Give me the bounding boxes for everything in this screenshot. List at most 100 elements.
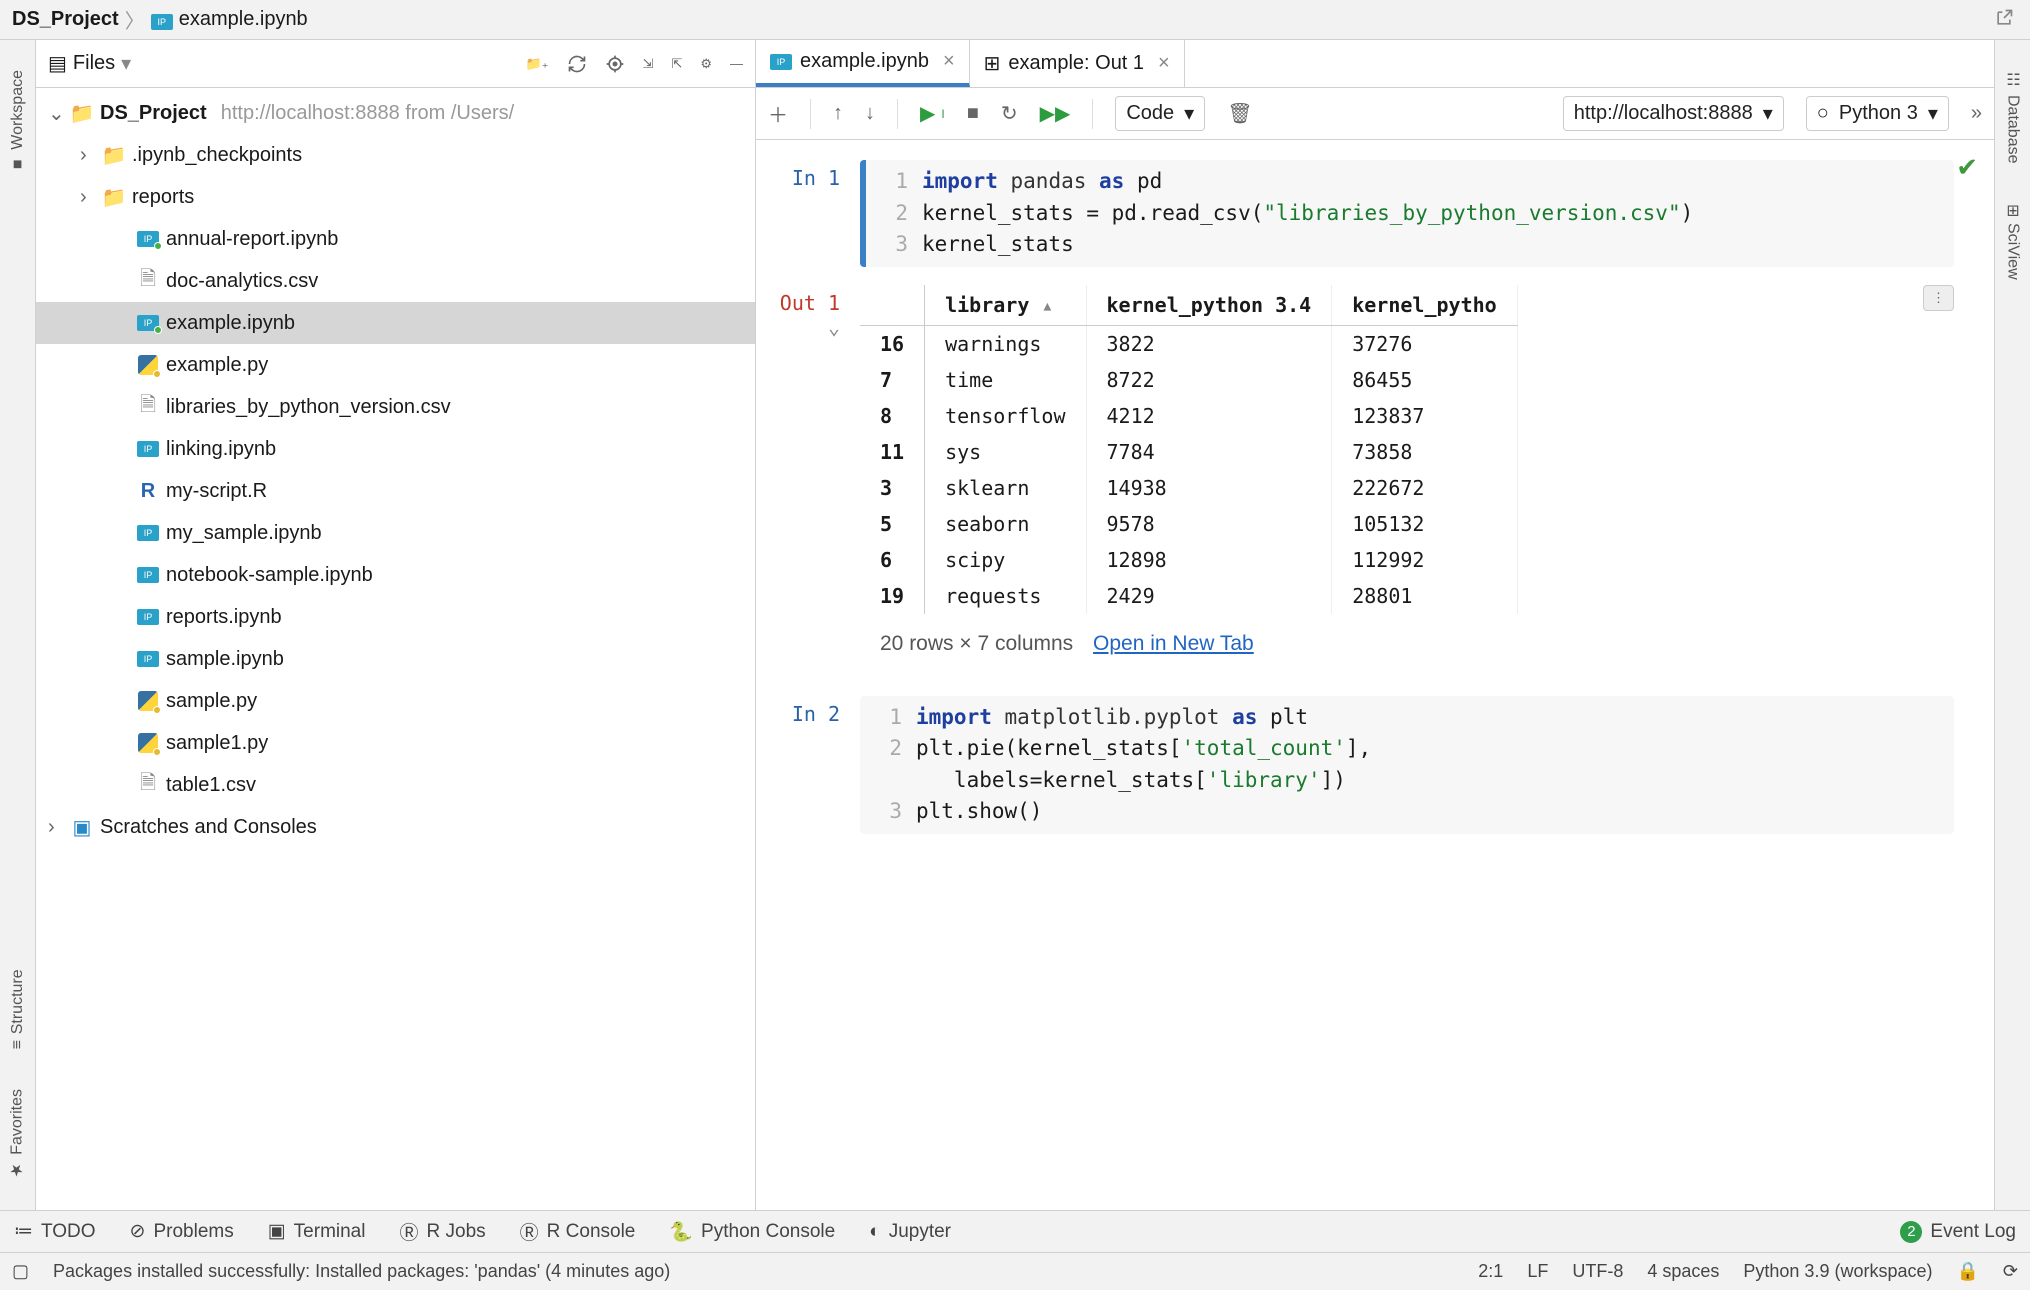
sciview-tool[interactable]: ⊞ SciView (2003, 204, 2022, 280)
tree-file[interactable]: IPexample.ipynb (36, 302, 755, 344)
table-header[interactable]: kernel_pytho (1332, 285, 1518, 326)
status-message: Packages installed successfully: Install… (53, 1261, 670, 1282)
stop-button[interactable]: ■ (967, 102, 979, 125)
tree-file[interactable]: 🗎libraries_by_python_version.csv (36, 386, 755, 428)
gear-icon[interactable]: ⚙ (700, 56, 712, 72)
chevron-down-icon[interactable]: ▾ (121, 51, 131, 76)
restart-button[interactable]: ↻ (1001, 101, 1018, 126)
code-line[interactable]: 2kernel_stats = pd.read_csv("libraries_b… (880, 198, 1940, 230)
table-header[interactable]: library ▴ (925, 285, 1086, 326)
favorites-tool[interactable]: ★ Favorites (8, 1089, 27, 1180)
notebook-body[interactable]: ✔ In 1 1import pandas as pd2kernel_stats… (756, 140, 1994, 1210)
close-icon[interactable]: × (943, 50, 955, 73)
expand-icon[interactable]: ⇲ (643, 56, 654, 72)
line-ending[interactable]: LF (1527, 1261, 1548, 1282)
tree-file[interactable]: 🗎doc-analytics.csv (36, 260, 755, 302)
new-folder-icon[interactable]: 📁₊ (525, 56, 548, 72)
code-line[interactable]: 1import pandas as pd (880, 166, 1940, 198)
lock-icon[interactable]: 🔒 (1956, 1261, 1978, 1282)
tree-file[interactable]: IPnotebook-sample.ipynb (36, 554, 755, 596)
server-dropdown[interactable]: http://localhost:8888 ▾ (1563, 96, 1784, 131)
crumb-project[interactable]: DS_Project (12, 8, 119, 31)
root-path-label: http://localhost:8888 from /Users/ (221, 102, 514, 125)
tree-folder[interactable]: ›📁.ipynb_checkpoints (36, 134, 755, 176)
tree-file[interactable]: IPlinking.ipynb (36, 428, 755, 470)
delete-cell-button[interactable]: 🗑 (1227, 101, 1252, 126)
table-row[interactable]: 7time872286455 (860, 362, 1517, 398)
tree-file[interactable]: Rmy-script.R (36, 470, 755, 512)
table-row[interactable]: 6scipy12898112992 (860, 542, 1517, 578)
todo-tool[interactable]: ≔ TODO (14, 1220, 96, 1243)
tree-file[interactable]: sample1.py (36, 722, 755, 764)
open-new-tab-link[interactable]: Open in New Tab (1093, 632, 1254, 655)
table-header[interactable]: kernel_python 3.4 (1086, 285, 1332, 326)
table-row[interactable]: 5seaborn9578105132 (860, 506, 1517, 542)
tree-file[interactable]: example.py (36, 344, 755, 386)
interpreter[interactable]: Python 3.9 (workspace) (1743, 1261, 1932, 1282)
table-row[interactable]: 3sklearn14938222672 (860, 470, 1517, 506)
file-tree[interactable]: ⌄📁DS_Projecthttp://localhost:8888 from /… (36, 88, 755, 1210)
database-tool[interactable]: ☷ Database (2003, 70, 2022, 164)
cell-in-2[interactable]: In 2 1import matplotlib.pyplot as plt2pl… (756, 696, 1954, 834)
tree-file[interactable]: sample.py (36, 680, 755, 722)
table-row[interactable]: 8tensorflow4212123837 (860, 398, 1517, 434)
editor-tab[interactable]: IPexample.ipynb× (756, 40, 970, 87)
tree-file[interactable]: IPmy_sample.ipynb (36, 512, 755, 554)
close-icon[interactable]: × (1158, 52, 1170, 75)
cursor-position[interactable]: 2:1 (1478, 1261, 1503, 1282)
r-console-tool[interactable]: Ⓡ R Console (520, 1218, 636, 1245)
run-cell-button[interactable]: ▶I (920, 101, 945, 126)
crumb-file[interactable]: example.ipynb (179, 8, 308, 31)
editor-tab[interactable]: ⊞example: Out 1× (970, 40, 1185, 87)
jupyter-tool[interactable]: ◐ Jupyter (869, 1221, 951, 1243)
problems-tool[interactable]: ⊘ Problems (130, 1220, 234, 1243)
external-link-icon[interactable] (1994, 8, 2014, 28)
chevron-right-icon: 〉 (125, 5, 145, 34)
code-line[interactable]: 1import matplotlib.pyplot as plt (874, 702, 1940, 734)
event-log-tool[interactable]: 2 Event Log (1900, 1221, 2016, 1243)
sidebar-toolbar: ▤ Files ▾ 📁₊ ⇲ ⇱ ⚙ — (36, 40, 755, 88)
r-jobs-tool[interactable]: Ⓡ R Jobs (399, 1218, 485, 1245)
tree-file[interactable]: IPreports.ipynb (36, 596, 755, 638)
terminal-tool[interactable]: ▣ Terminal (268, 1220, 366, 1243)
run-all-button[interactable]: ▶▶ (1040, 101, 1071, 126)
kernel-dropdown[interactable]: ○ Python 3 ▾ (1806, 96, 1949, 131)
tree-scratches[interactable]: ›▣Scratches and Consoles (36, 806, 755, 848)
table-icon: ⊞ (984, 51, 1001, 76)
code-line[interactable]: 3plt.show() (874, 796, 1940, 828)
chevron-down-icon[interactable]: ⌄ (828, 315, 840, 339)
table-row[interactable]: 16warnings382237276 (860, 325, 1517, 362)
table-row[interactable]: 11sys778473858 (860, 434, 1517, 470)
indent[interactable]: 4 spaces (1647, 1261, 1719, 1282)
collapse-icon[interactable]: ⇱ (671, 56, 682, 72)
code-line[interactable]: 3kernel_stats (880, 229, 1940, 261)
sync-icon[interactable]: ⟳ (2003, 1261, 2018, 1282)
code-line[interactable]: 2plt.pie(kernel_stats['total_count'], la… (874, 733, 1940, 796)
output-table[interactable]: library ▴kernel_python 3.4kernel_pytho16… (860, 285, 1518, 614)
tree-file[interactable]: IPsample.ipynb (36, 638, 755, 680)
encoding[interactable]: UTF-8 (1572, 1261, 1623, 1282)
add-cell-button[interactable]: ＋ (768, 99, 788, 128)
move-down-button[interactable]: ↓ (865, 102, 875, 125)
tree-root[interactable]: ⌄📁DS_Projecthttp://localhost:8888 from /… (36, 92, 755, 134)
editor-tabs: IPexample.ipynb×⊞example: Out 1× (756, 40, 1994, 88)
workspace-tool[interactable]: ■ Workspace (9, 70, 27, 173)
table-row[interactable]: 19requests242928801 (860, 578, 1517, 614)
more-icon[interactable]: » (1971, 102, 1982, 125)
tree-folder[interactable]: ›📁reports (36, 176, 755, 218)
structure-tool[interactable]: ≡ Structure (9, 969, 27, 1049)
locate-icon[interactable] (605, 54, 625, 74)
left-tool-gutter: ■ Workspace ≡ Structure ★ Favorites (0, 40, 36, 1210)
status-panel-icon[interactable]: ▢ (12, 1261, 29, 1282)
table-menu-icon[interactable]: ⋮ (1923, 285, 1954, 311)
python-console-tool[interactable]: 🐍 Python Console (669, 1220, 835, 1244)
files-label[interactable]: Files (73, 52, 115, 75)
refresh-icon[interactable] (567, 54, 587, 74)
table-header[interactable] (860, 285, 925, 326)
tree-file[interactable]: IPannual-report.ipynb (36, 218, 755, 260)
tree-file[interactable]: 🗎table1.csv (36, 764, 755, 806)
cell-in-1[interactable]: In 1 1import pandas as pd2kernel_stats =… (756, 160, 1954, 267)
cell-type-dropdown[interactable]: Code ▾ (1115, 96, 1205, 131)
hide-icon[interactable]: — (730, 56, 743, 71)
move-up-button[interactable]: ↑ (833, 102, 843, 125)
